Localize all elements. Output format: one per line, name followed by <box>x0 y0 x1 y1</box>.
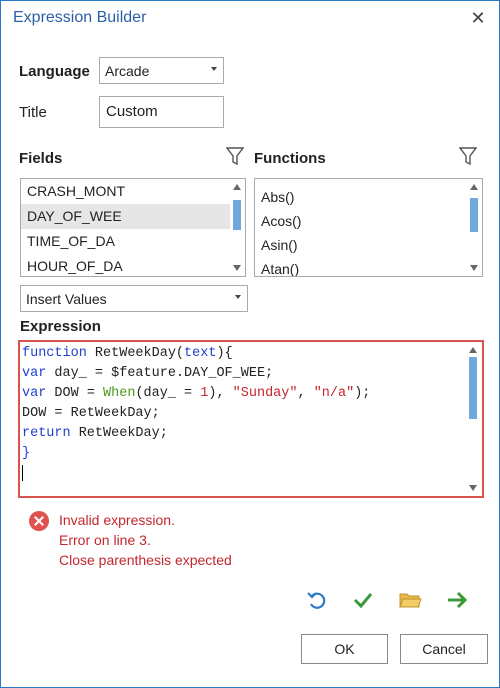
close-icon[interactable]: ✕ <box>465 5 491 31</box>
error-message-line1: Invalid expression. <box>59 512 175 528</box>
ok-button[interactable]: OK <box>301 634 388 664</box>
code-line-1: function RetWeekDay(text){ <box>22 346 233 361</box>
export-arrow-icon[interactable] <box>445 588 469 612</box>
scroll-up-icon[interactable] <box>470 184 478 190</box>
scroll-thumb[interactable] <box>470 198 478 232</box>
functions-list[interactable]: Abs() Acos() Asin() Atan() <box>254 178 483 277</box>
code-line-6: } <box>22 446 31 461</box>
list-item[interactable]: Asin() <box>255 233 467 258</box>
expression-scrollbar[interactable] <box>466 343 480 495</box>
fields-list[interactable]: CRASH_MONT DAY_OF_WEE TIME_OF_DA HOUR_OF… <box>20 178 246 277</box>
list-item[interactable]: Acos() <box>255 209 467 234</box>
functions-scrollbar[interactable] <box>467 180 481 275</box>
expression-builder-window: Expression Builder ✕ Language Arcade Tit… <box>0 0 500 688</box>
title-input-value: Custom <box>106 103 158 120</box>
title-bar: Expression Builder ✕ <box>1 1 499 35</box>
list-item-selected[interactable]: DAY_OF_WEE <box>21 204 231 229</box>
error-message-line2: Error on line 3. <box>59 532 151 548</box>
fields-label: Fields <box>19 150 63 167</box>
insert-values-value: Insert Values <box>26 291 107 307</box>
verify-icon[interactable] <box>351 588 375 612</box>
cancel-button[interactable]: Cancel <box>400 634 488 664</box>
fields-filter-icon[interactable] <box>226 146 244 166</box>
title-label: Title <box>19 104 47 121</box>
chevron-down-icon <box>235 295 241 299</box>
error-message-line3: Close parenthesis expected <box>59 552 232 568</box>
open-folder-icon[interactable] <box>398 588 422 612</box>
language-dropdown[interactable]: Arcade <box>99 57 224 84</box>
scroll-thumb[interactable] <box>469 357 477 419</box>
scroll-down-icon[interactable] <box>469 485 477 491</box>
code-line-5: return RetWeekDay; <box>22 426 168 441</box>
language-label: Language <box>19 63 90 80</box>
window-title: Expression Builder <box>13 9 147 26</box>
scroll-up-icon[interactable] <box>233 184 241 190</box>
expression-editor[interactable]: function RetWeekDay(text){ var day_ = $f… <box>18 340 484 498</box>
list-item[interactable]: TIME_OF_DA <box>21 229 231 254</box>
list-item[interactable]: Abs() <box>255 185 467 210</box>
scroll-down-icon[interactable] <box>233 265 241 271</box>
insert-values-dropdown[interactable]: Insert Values <box>20 285 248 312</box>
scroll-down-icon[interactable] <box>470 265 478 271</box>
fields-scrollbar[interactable] <box>230 180 244 275</box>
chevron-down-icon <box>211 67 217 71</box>
code-line-4: DOW = RetWeekDay; <box>22 406 160 421</box>
title-input[interactable]: Custom <box>99 96 224 128</box>
code-line-2: var day_ = $feature.DAY_OF_WEE; <box>22 366 274 381</box>
list-item[interactable]: Atan() <box>255 257 467 276</box>
scroll-up-icon[interactable] <box>469 347 477 353</box>
expression-label: Expression <box>20 318 101 335</box>
undo-icon[interactable] <box>305 588 329 612</box>
text-caret <box>22 465 23 481</box>
language-value: Arcade <box>105 63 150 79</box>
error-icon <box>29 511 49 531</box>
functions-label: Functions <box>254 150 326 167</box>
functions-filter-icon[interactable] <box>459 146 477 166</box>
list-item[interactable]: HOUR_OF_DA <box>21 254 231 276</box>
list-item[interactable]: CRASH_MONT <box>21 179 231 204</box>
code-line-3: var DOW = When(day_ = 1), "Sunday", "n/a… <box>22 386 371 401</box>
scroll-thumb[interactable] <box>233 200 241 230</box>
